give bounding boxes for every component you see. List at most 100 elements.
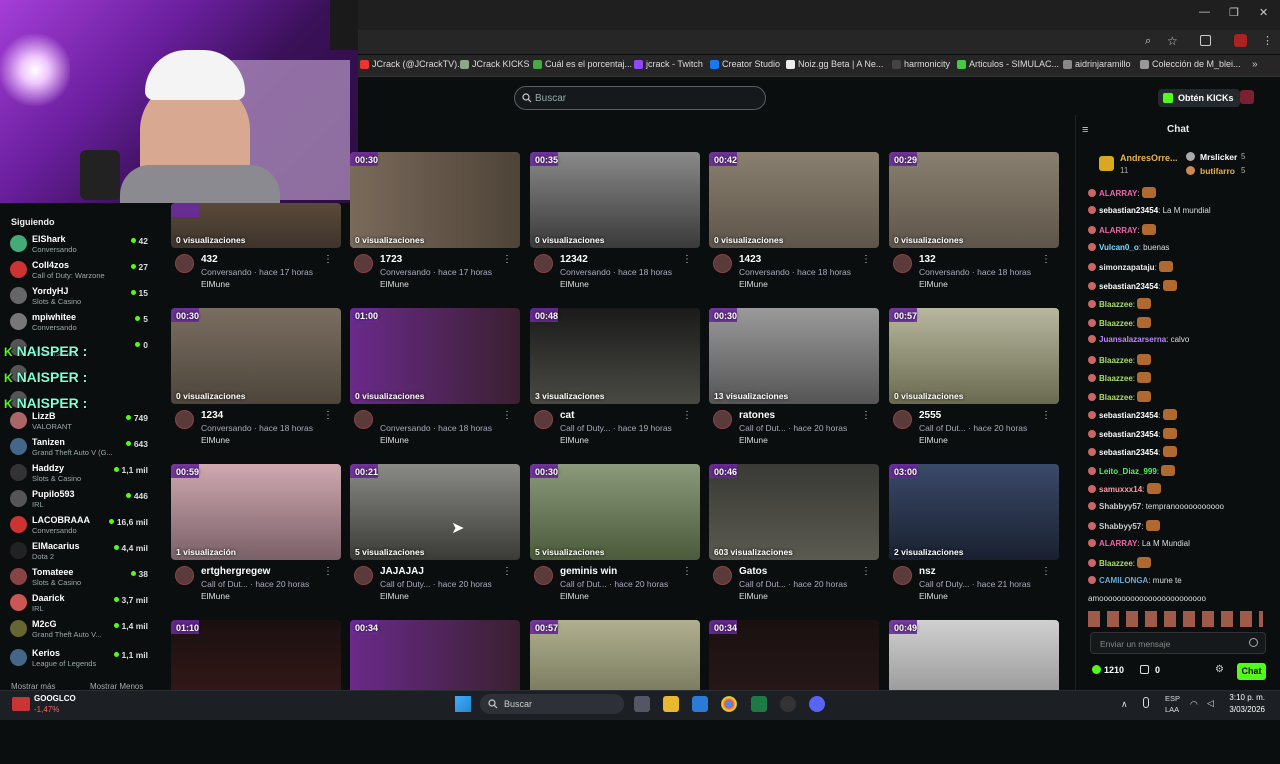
clip-owner-avatar[interactable] [534,410,553,429]
clip-card[interactable]: 00:35 0 visualizaciones 12342 Conversando ·… [530,152,700,296]
clip-thumbnail[interactable]: 00:48 3 visualizaciones [530,308,700,404]
sidebar-channel[interactable]: Tomateee Slots & Casino 38 [10,566,148,590]
sidebar-channel[interactable]: YordyHJ Slots & Casino 15 [10,285,148,309]
microphone-icon[interactable] [1143,697,1149,708]
collapse-chat-icon[interactable]: ≡ [1082,124,1088,136]
clip-owner[interactable]: ElMune [919,591,948,601]
clip-title[interactable]: 1423 [739,254,761,265]
clip-title[interactable]: 12342 [560,254,588,265]
clip-card[interactable]: 00:46 603 visualizaciones Gatos Call of Dut… [709,464,879,608]
chat-settings-icon[interactable]: ⚙ [1215,664,1224,675]
file-explorer-icon[interactable] [663,696,679,712]
emoji-icon[interactable] [1249,638,1258,647]
bookmark-item[interactable]: Articulos - SIMULAC... [957,59,1059,69]
clip-owner[interactable]: ElMune [380,435,409,445]
sidebar-channel[interactable]: Kerios League of Legends 1,1 mil [10,647,148,671]
gifter-name[interactable]: AndresOrre... [1120,153,1178,163]
clip-more-icon[interactable]: ⋮ [682,566,692,577]
clip-thumbnail[interactable]: 00:57 0 visualizaciones [889,308,1059,404]
chat-username[interactable]: sebastian23454 [1099,448,1158,457]
send-chat-button[interactable]: Chat [1237,663,1266,680]
clip-more-icon[interactable]: ⋮ [323,254,333,265]
clip-owner[interactable]: ElMune [201,435,230,445]
clip-owner-avatar[interactable] [354,410,373,429]
chat-username[interactable]: sebastian23454 [1099,282,1158,291]
clip-thumbnail[interactable]: 00:59 1 visualización [171,464,341,560]
clock-time[interactable]: 3:10 p. m. [1227,693,1265,702]
clip-owner[interactable]: ElMune [201,279,230,289]
clip-owner-avatar[interactable] [893,410,912,429]
clip-card[interactable]: 0 visualizaciones 432 Conversando · hace 1… [171,203,341,296]
clip-thumbnail[interactable]: 00:21 5 visualizaciones [350,464,520,560]
clip-owner[interactable]: ElMune [739,279,768,289]
excel-icon[interactable] [751,696,767,712]
browser-menu-icon[interactable]: ⋮ [1262,34,1273,47]
chat-username[interactable]: Vulcan0_o [1099,243,1139,252]
chat-username[interactable]: simonzapataju [1099,263,1155,272]
wifi-icon[interactable]: ◠ [1190,699,1198,710]
chat-username[interactable]: Blaazzee [1099,393,1133,402]
clip-owner-avatar[interactable] [534,254,553,273]
minimize-icon[interactable]: — [1199,6,1210,18]
clip-title[interactable]: 1234 [201,410,223,421]
chat-username[interactable]: Blaazzee [1099,559,1133,568]
extensions-icon[interactable] [1200,35,1211,46]
kicks-count[interactable]: 0 [1155,665,1160,675]
clip-owner[interactable]: ElMune [380,279,409,289]
clip-owner-avatar[interactable] [713,254,732,273]
bookmark-item[interactable]: JCrack KICKS [460,59,530,69]
clip-owner[interactable]: ElMune [739,435,768,445]
app-icon[interactable] [780,696,796,712]
clip-title[interactable]: ertghergregew [201,566,270,577]
clip-card[interactable]: 00:29 0 visualizaciones 132 Conversando · h… [889,152,1059,296]
clip-thumbnail[interactable]: 00:46 603 visualizaciones [709,464,879,560]
chat-username[interactable]: Blaazzee [1099,374,1133,383]
clip-title[interactable]: 1723 [380,254,402,265]
sidebar-channel[interactable]: Tanizen Grand Theft Auto V (G... 643 [10,436,148,460]
clip-more-icon[interactable]: ⋮ [502,410,512,421]
clip-card[interactable]: 00:30 0 visualizaciones 1234 Conversando · … [171,308,341,452]
points-count[interactable]: 1210 [1104,665,1124,675]
search-input[interactable]: Buscar [514,86,766,110]
clip-more-icon[interactable]: ⋮ [861,410,871,421]
clip-card[interactable]: 00:57 0 visualizaciones 2555 Call of Dut...… [889,308,1059,452]
clip-title[interactable]: 432 [201,254,218,265]
sidebar-channel[interactable]: LizzB VALORANT 749 [10,410,148,434]
chat-username[interactable]: Juansalazarserna [1099,335,1166,344]
chat-username[interactable]: sebastian23454 [1099,206,1158,215]
taskbar-search[interactable]: Buscar [480,694,624,714]
bookmark-item[interactable]: harmonicity [892,59,950,69]
bookmark-item[interactable]: Colección de M_blei... [1140,59,1241,69]
clip-more-icon[interactable]: ⋮ [1041,410,1051,421]
clip-card[interactable]: 00:30 5 visualizaciones geminis win Call of… [530,464,700,608]
profile-icon[interactable] [1234,34,1247,47]
clip-more-icon[interactable]: ⋮ [323,410,333,421]
clip-owner-avatar[interactable] [354,254,373,273]
clip-thumbnail[interactable]: 00:30 5 visualizaciones [530,464,700,560]
clip-thumbnail[interactable]: 00:30 0 visualizaciones [171,308,341,404]
sidebar-channel[interactable]: ElMacarius Dota 2 4,4 mil [10,540,148,564]
bookmark-item[interactable]: Noiz.gg Beta | A Ne... [786,59,883,69]
clip-title[interactable]: geminis win [560,566,617,577]
clip-thumbnail[interactable]: 0 visualizaciones [171,203,341,248]
clip-owner-avatar[interactable] [893,566,912,585]
clip-thumbnail[interactable]: 00:29 0 visualizaciones [889,152,1059,248]
clip-more-icon[interactable]: ⋮ [682,410,692,421]
clip-title[interactable]: nsz [919,566,936,577]
bookmark-star-icon[interactable]: ☆ [1167,34,1178,48]
clip-more-icon[interactable]: ⋮ [502,254,512,265]
clip-more-icon[interactable]: ⋮ [1041,566,1051,577]
clip-more-icon[interactable]: ⋮ [861,254,871,265]
zoom-icon[interactable]: ⌕ [1145,35,1151,48]
chat-username[interactable]: ALARRAY [1099,189,1137,198]
clip-owner-avatar[interactable] [893,254,912,273]
windows-start-icon[interactable] [455,696,471,712]
get-kicks-button[interactable]: Obtén KICKs [1158,89,1240,107]
sidebar-channel[interactable]: Pupilo593 IRL 446 [10,488,148,512]
chat-username[interactable]: Shabbyy57 [1099,522,1141,531]
clip-title[interactable]: 2555 [919,410,941,421]
clip-more-icon[interactable]: ⋮ [323,566,333,577]
clock-date[interactable]: 3/03/2026 [1225,705,1265,714]
clip-title[interactable]: JAJAJAJ [380,566,424,577]
gifter-name[interactable]: butifarro [1200,166,1235,176]
